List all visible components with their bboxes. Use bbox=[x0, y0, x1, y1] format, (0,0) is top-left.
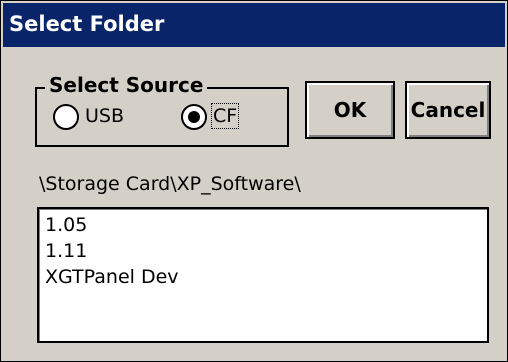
select-folder-dialog: Select Folder Select Source USB CF OK Ca… bbox=[0, 0, 508, 362]
current-path: \Storage Card\XP_Software\ bbox=[39, 173, 301, 195]
cf-radio[interactable] bbox=[181, 104, 207, 130]
folder-listbox[interactable]: 1.05 1.11 XGTPanel Dev bbox=[37, 207, 489, 343]
ok-button[interactable]: OK bbox=[305, 81, 395, 139]
select-source-label: Select Source bbox=[45, 73, 208, 97]
list-item[interactable]: 1.05 bbox=[39, 212, 487, 238]
list-item[interactable]: XGTPanel Dev bbox=[39, 264, 487, 290]
title-bar: Select Folder bbox=[3, 3, 505, 47]
cf-radio-label[interactable]: CF bbox=[210, 103, 240, 129]
usb-radio-label[interactable]: USB bbox=[85, 105, 124, 127]
list-item[interactable]: 1.11 bbox=[39, 238, 487, 264]
cancel-button[interactable]: Cancel bbox=[405, 81, 491, 139]
usb-radio[interactable] bbox=[53, 104, 79, 130]
dialog-title: Select Folder bbox=[9, 12, 165, 36]
